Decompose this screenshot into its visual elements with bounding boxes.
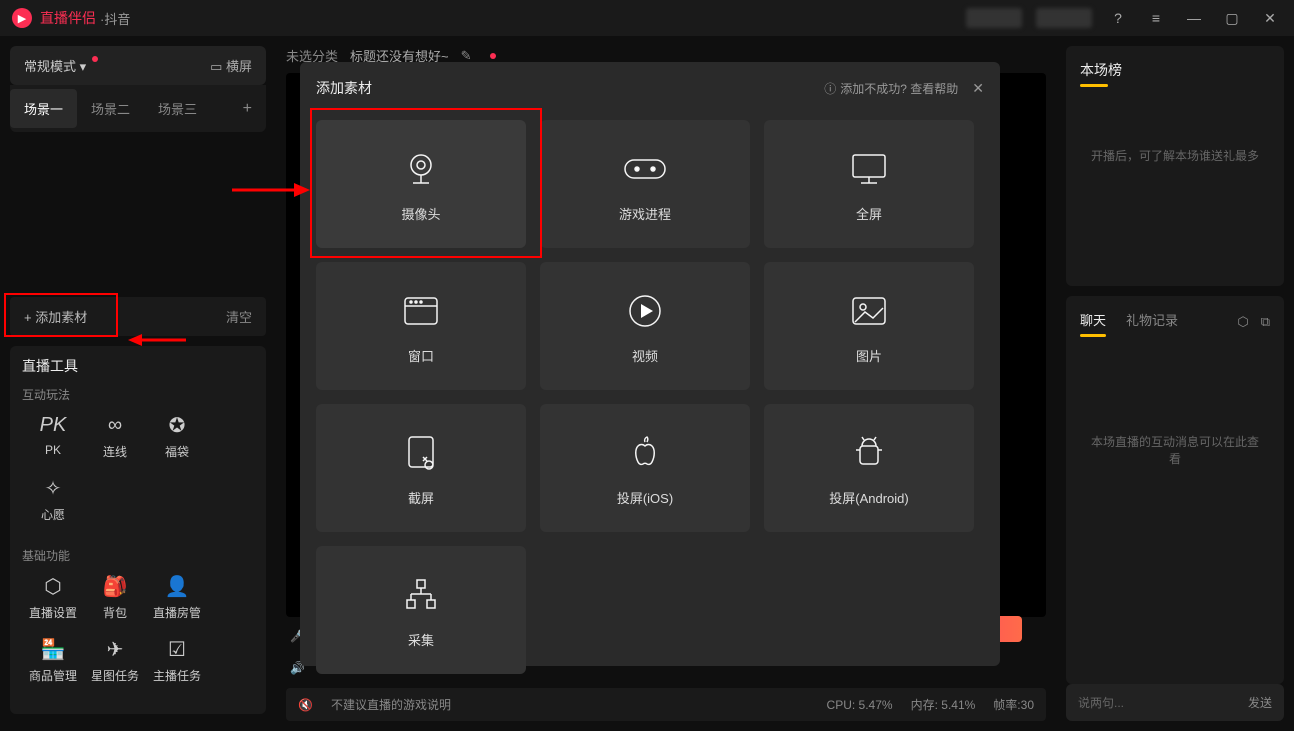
- blurred-user-2: [1036, 8, 1092, 28]
- tool-fubao[interactable]: ✪福袋: [146, 411, 208, 460]
- material-game[interactable]: 游戏进程: [540, 120, 750, 248]
- clear-button[interactable]: 清空: [226, 307, 252, 326]
- cpu-stat: CPU: 5.47%: [827, 698, 893, 712]
- help-icon[interactable]: ?: [1106, 10, 1130, 26]
- tool-room-admin[interactable]: 👤直播房管: [146, 572, 208, 621]
- leaderboard-empty: 开播后，可了解本场谁送礼最多: [1080, 87, 1270, 224]
- material-cast-ios[interactable]: 投屏(iOS): [540, 404, 750, 532]
- material-image[interactable]: 图片: [764, 262, 974, 390]
- mode-header[interactable]: 常规模式 ▾ ▭ 横屏: [10, 46, 266, 85]
- annotation-arrow-2: [230, 180, 310, 200]
- leaderboard-title: 本场榜: [1080, 60, 1270, 80]
- camera-icon: [401, 146, 441, 192]
- check-icon: ☑: [146, 635, 208, 663]
- send-button[interactable]: 发送: [1248, 694, 1272, 711]
- mute-off-icon[interactable]: 🔇: [298, 698, 313, 712]
- bag-icon: 🎒: [84, 572, 146, 600]
- scene-tab-3[interactable]: 场景三: [144, 89, 211, 128]
- maximize-icon[interactable]: ▢: [1220, 10, 1244, 27]
- material-window[interactable]: 窗口: [316, 262, 526, 390]
- hexagon-icon[interactable]: ⬡: [1237, 314, 1248, 330]
- app-logo: ▶: [12, 8, 32, 28]
- material-capture[interactable]: 采集: [316, 546, 526, 674]
- tool-anchor-task[interactable]: ☑主播任务: [146, 635, 208, 684]
- fps-stat: 帧率:30: [993, 696, 1034, 713]
- add-material-modal: 添加素材 ⓘ 添加不成功? 查看帮助 ✕ 摄像头 游戏进程 全屏 窗口 视频 图…: [300, 62, 1000, 666]
- image-icon: [851, 288, 887, 334]
- right-panel: 本场榜 开播后，可了解本场谁送礼最多 聊天 礼物记录 ⬡ ⧉ 本场直播的互动消息…: [1056, 36, 1294, 731]
- tool-lianmai[interactable]: ∞连线: [84, 411, 146, 460]
- window-icon: [403, 288, 439, 334]
- modal-help-link[interactable]: ⓘ 添加不成功? 查看帮助: [824, 80, 958, 97]
- android-icon: [854, 430, 884, 476]
- scene-preview: [10, 132, 266, 297]
- monitor-icon: [849, 146, 889, 192]
- left-panel: 常规模式 ▾ ▭ 横屏 场景一 场景二 场景三 + + 添加素材 清空 直播工具…: [0, 36, 276, 731]
- plane-icon: ✈: [84, 635, 146, 663]
- play-circle-icon: [627, 288, 663, 334]
- popout-icon[interactable]: ⧉: [1261, 314, 1270, 330]
- tools-panel: 直播工具 互动玩法 PKPK ∞连线 ✪福袋 ✧心愿 基础功能 ⬡直播设置 🎒背…: [10, 346, 266, 714]
- hexagon-icon: ⬡: [22, 572, 84, 600]
- app-name: 直播伴侣: [40, 8, 96, 28]
- admin-icon: 👤: [146, 572, 208, 600]
- tool-settings[interactable]: ⬡直播设置: [22, 572, 84, 621]
- modal-title: 添加素材: [316, 78, 372, 98]
- material-video[interactable]: 视频: [540, 262, 750, 390]
- scissors-icon: [405, 430, 437, 476]
- annotation-arrow-1: [128, 330, 188, 350]
- chat-empty: 本场直播的互动消息可以在此查看: [1080, 333, 1270, 567]
- scene-tabs: 场景一 场景二 场景三 +: [10, 85, 266, 132]
- material-fullscreen[interactable]: 全屏: [764, 120, 974, 248]
- pk-icon: PK: [22, 411, 84, 439]
- tool-shop[interactable]: 🏪商品管理: [22, 635, 84, 684]
- capture-icon: [403, 572, 439, 618]
- orientation-label[interactable]: 横屏: [226, 59, 252, 74]
- game-warning[interactable]: 不建议直播的游戏说明: [331, 696, 451, 713]
- mode-label: 常规模式: [24, 59, 76, 74]
- gamepad-icon: [623, 146, 667, 192]
- shop-icon: 🏪: [22, 635, 84, 663]
- tools-title: 直播工具: [22, 356, 254, 376]
- star-icon: ✪: [146, 411, 208, 439]
- blurred-user-1: [966, 8, 1022, 28]
- tab-gift[interactable]: 礼物记录: [1126, 310, 1178, 333]
- chat-placeholder: 说两句...: [1078, 694, 1124, 711]
- menu-icon[interactable]: ≡: [1144, 10, 1168, 26]
- tool-wish[interactable]: ✧心愿: [22, 474, 84, 523]
- modal-close-button[interactable]: ✕: [972, 80, 984, 97]
- scene-tab-2[interactable]: 场景二: [77, 89, 144, 128]
- tools-sub-basic: 基础功能: [22, 547, 254, 564]
- material-cast-android[interactable]: 投屏(Android): [764, 404, 974, 532]
- tools-sub-interactive: 互动玩法: [22, 386, 254, 403]
- titlebar: ▶ 直播伴侣 ·抖音 ? ≡ — ▢ ✕: [0, 0, 1294, 36]
- chat-input[interactable]: 说两句... 发送: [1066, 684, 1284, 721]
- apple-icon: [630, 430, 660, 476]
- material-camera[interactable]: 摄像头: [316, 120, 526, 248]
- add-material-button[interactable]: + 添加素材: [24, 307, 87, 326]
- tool-star-task[interactable]: ✈星图任务: [84, 635, 146, 684]
- mem-stat: 内存: 5.41%: [911, 696, 976, 713]
- chat-card: 聊天 礼物记录 ⬡ ⧉ 本场直播的互动消息可以在此查看: [1066, 296, 1284, 684]
- leaderboard-card: 本场榜 开播后，可了解本场谁送礼最多: [1066, 46, 1284, 286]
- scene-tab-1[interactable]: 场景一: [10, 89, 77, 128]
- material-screenshot[interactable]: 截屏: [316, 404, 526, 532]
- close-icon[interactable]: ✕: [1258, 10, 1282, 27]
- add-scene-button[interactable]: +: [229, 100, 266, 118]
- minimize-icon[interactable]: —: [1182, 10, 1206, 26]
- link-icon: ∞: [84, 411, 146, 439]
- app-sub: ·抖音: [100, 9, 130, 28]
- wish-icon: ✧: [22, 474, 84, 502]
- tab-chat[interactable]: 聊天: [1080, 310, 1106, 333]
- tool-backpack[interactable]: 🎒背包: [84, 572, 146, 621]
- status-bar: 🔇 不建议直播的游戏说明 CPU: 5.47% 内存: 5.41% 帧率:30: [286, 688, 1046, 721]
- tool-pk[interactable]: PKPK: [22, 411, 84, 460]
